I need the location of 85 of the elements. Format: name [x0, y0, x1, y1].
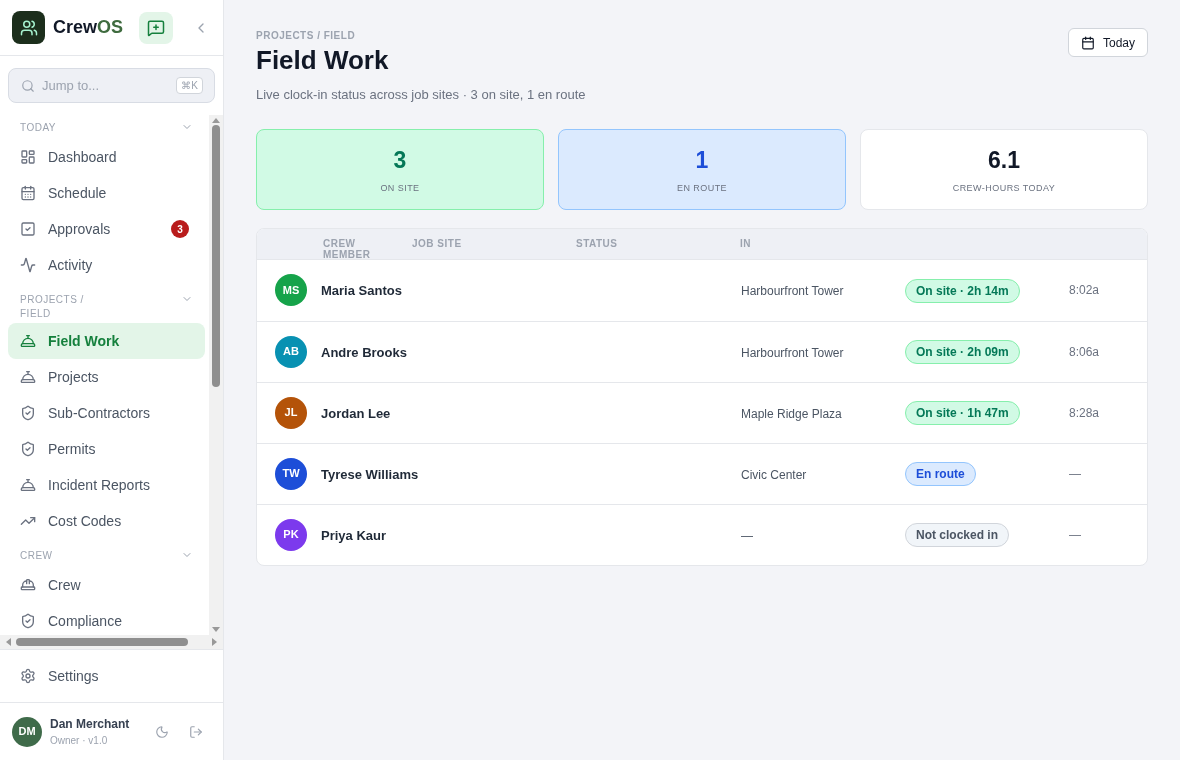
status-badge: On site · 1h 47m: [905, 401, 1020, 425]
user-avatar: DM: [12, 716, 42, 747]
clock-in-time: 8:02a: [1069, 282, 1100, 299]
avatar: MS: [275, 274, 307, 306]
checkbox-icon: [20, 221, 36, 237]
logout-icon[interactable]: [189, 724, 203, 739]
dashboard-icon: [20, 149, 36, 165]
clock-in-time: 8:28a: [1069, 404, 1100, 422]
job-site: —: [741, 528, 753, 543]
bell-icon: [20, 333, 36, 349]
crew-name: Tyrese Williams: [321, 466, 419, 482]
search-icon: [21, 79, 35, 93]
table-row[interactable]: JL Jordan Lee Maple Ridge Plaza On site · 1h 47m 8:28a: [257, 381, 1147, 443]
nav-item[interactable]: Projects: [8, 359, 205, 395]
nav-item[interactable]: Crew: [8, 567, 205, 603]
shield-icon: [20, 613, 36, 629]
nav-item[interactable]: Approvals 3: [8, 211, 205, 247]
status-badge: On site · 2h 09m: [905, 340, 1020, 364]
nav-item[interactable]: Permits: [8, 431, 205, 467]
stat-label: CREW-HOURS TODAY: [952, 181, 1056, 195]
nav-item[interactable]: Settings: [8, 658, 215, 694]
status-badge: On site · 2h 14m: [905, 278, 1020, 303]
settings-icon: [20, 668, 36, 684]
status-badge: Not clocked in: [905, 523, 1009, 547]
avatar: TW: [275, 457, 307, 490]
bell-icon: [20, 369, 36, 385]
nav-item[interactable]: Field Work: [8, 323, 205, 359]
shield-icon: [20, 405, 36, 421]
calendar-icon: [20, 185, 36, 201]
job-site: Civic Center: [741, 467, 807, 482]
pulse-icon: [20, 257, 36, 273]
clock-in-time: —: [1069, 465, 1081, 483]
nav-item[interactable]: Compliance: [8, 603, 205, 635]
moon-icon[interactable]: [155, 724, 169, 739]
page-title: Field Work: [256, 44, 390, 77]
crew-name: Maria Santos: [321, 283, 402, 298]
avatar: PK: [275, 518, 307, 551]
crew-name: Andre Brooks: [321, 344, 407, 360]
table-row[interactable]: MS Maria Santos Harbourfront Tower On site · 2h 14m 8:02a: [257, 259, 1147, 321]
stat-label: EN ROUTE: [676, 181, 728, 195]
section-label: CREW: [20, 549, 54, 563]
new-message-button[interactable]: [139, 11, 174, 44]
nav-item[interactable]: Cost Codes: [8, 503, 205, 539]
status-badge: En route: [905, 462, 976, 486]
stat-value: 3: [393, 146, 407, 175]
job-site: Harbourfront Tower: [741, 345, 844, 360]
stat-value: 6.1: [988, 146, 1020, 175]
scrollbar[interactable]: [0, 635, 223, 649]
message-plus-icon: [147, 18, 166, 37]
nav-item[interactable]: Incident Reports: [8, 467, 205, 503]
nav-item[interactable]: Sub-Contractors: [8, 395, 205, 431]
table-row[interactable]: PK Priya Kaur — Not clocked in —: [257, 503, 1147, 565]
nav-item[interactable]: Dashboard: [8, 139, 205, 175]
breadcrumb: PROJECTS / FIELD: [256, 29, 357, 43]
job-site: Harbourfront Tower: [741, 284, 844, 298]
calendar-icon: [1080, 35, 1095, 50]
brand-name: CrewOS: [53, 16, 124, 39]
nav-item[interactable]: Activity: [8, 247, 205, 283]
scroll-left-icon[interactable]: [4, 638, 12, 646]
logo-icon: [12, 11, 45, 44]
avatar: AB: [275, 335, 307, 368]
clock-in-time: —: [1069, 526, 1081, 544]
bell-icon: [20, 477, 36, 493]
scroll-right-icon[interactable]: [211, 638, 219, 646]
table-row[interactable]: AB Andre Brooks Harbourfront Tower On site · 2h 09m 8:06a: [257, 320, 1147, 382]
count-badge: 3: [171, 220, 189, 238]
crew-name: Jordan Lee: [321, 405, 391, 421]
stat-value: 1: [695, 146, 709, 175]
job-site: Maple Ridge Plaza: [741, 406, 842, 421]
avatar: JL: [275, 396, 307, 429]
user-name: Dan Merchant: [50, 716, 131, 733]
stat-label: ON SITE: [380, 181, 420, 195]
shortcut-hint: ⌘K: [176, 77, 203, 94]
user-role: Owner · v1.0: [50, 734, 109, 748]
scrollbar[interactable]: [209, 115, 223, 635]
date-button[interactable]: Today: [1067, 28, 1148, 57]
shield-icon: [20, 441, 36, 457]
section-label: PROJECTS / FIELD: [20, 293, 85, 321]
page-subtitle: Live clock-in status across job sites · 3 on site, 1 en route: [256, 86, 586, 104]
clock-in-time: 8:06a: [1069, 343, 1100, 361]
section-label: TODAY: [20, 121, 58, 135]
crew-name: Priya Kaur: [321, 527, 387, 543]
hardhat-icon: [20, 577, 36, 593]
table-row[interactable]: TW Tyrese Williams Civic Center En route —: [257, 442, 1147, 504]
nav-item[interactable]: Schedule: [8, 175, 205, 211]
